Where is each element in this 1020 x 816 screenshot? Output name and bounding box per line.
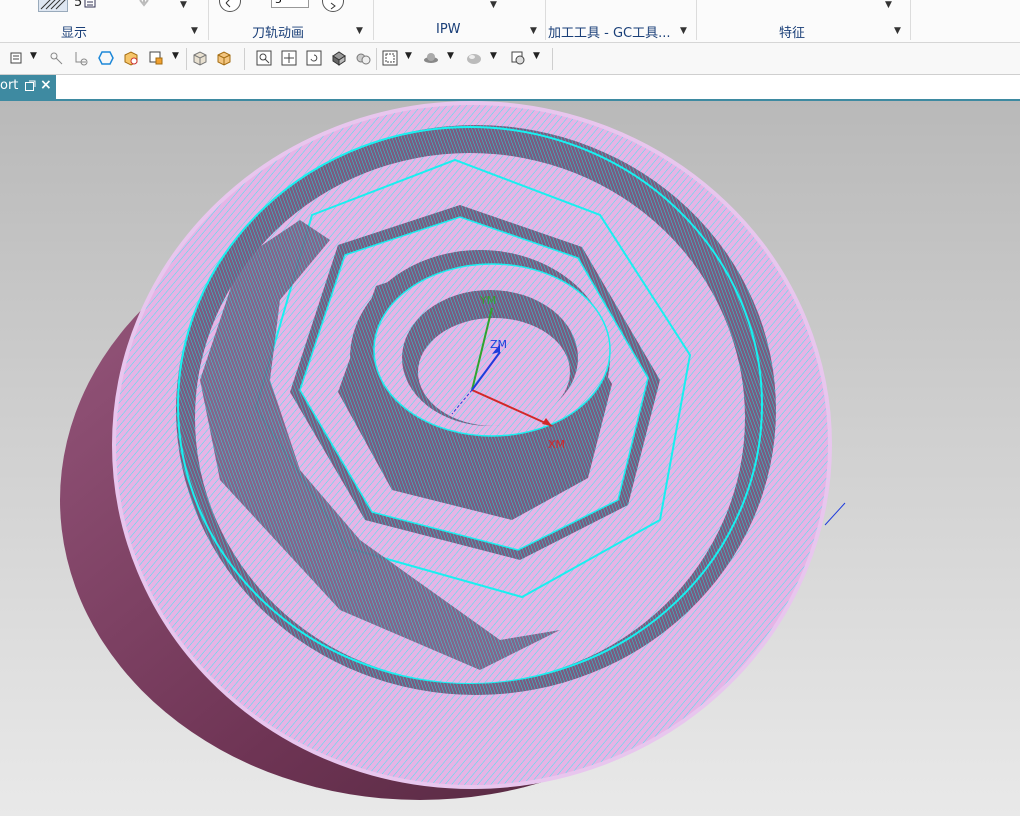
group-animation-dropdown-icon[interactable]: ▼ <box>356 26 363 36</box>
wire-box-icon[interactable] <box>216 50 232 66</box>
step-down-icon[interactable] <box>137 0 151 8</box>
tab-viewport[interactable]: ort × <box>0 75 56 99</box>
group-ipw-dropdown-icon[interactable]: ▼ <box>530 26 537 36</box>
filter-icon[interactable] <box>9 50 25 66</box>
filter-dropdown-icon[interactable]: ▼ <box>30 51 37 61</box>
svg-text:5: 5 <box>74 0 82 10</box>
separator <box>910 0 911 40</box>
list-display-icon[interactable]: 5 <box>74 0 98 10</box>
animation-speed-input[interactable]: 5 <box>271 0 309 8</box>
solid-sphere-icon[interactable] <box>466 50 482 66</box>
layer-dropdown-icon[interactable]: ▼ <box>533 51 540 61</box>
separator <box>545 0 546 40</box>
animation-speed-value: 5 <box>275 0 282 6</box>
center-hole-floor <box>418 318 570 426</box>
group-ipw-label: IPW <box>436 22 461 37</box>
z-axis-label: ZM <box>490 338 507 351</box>
box-select-dropdown-icon[interactable]: ▼ <box>172 51 179 61</box>
separator <box>696 0 697 40</box>
display-options-dropdown-icon[interactable]: ▼ <box>180 0 187 10</box>
separator <box>244 48 245 70</box>
feature-options-dropdown-icon[interactable]: ▼ <box>885 0 892 10</box>
separator <box>208 0 209 40</box>
solid-sphere-dropdown-icon[interactable]: ▼ <box>490 51 497 61</box>
group-tools-label: 加工工具 - GC工具... <box>548 26 671 41</box>
cube-snap-icon[interactable] <box>123 50 139 66</box>
fit-view-icon[interactable] <box>382 50 398 66</box>
ipw-options-dropdown-icon[interactable]: ▼ <box>490 0 497 10</box>
snap-end-icon[interactable] <box>73 50 89 66</box>
pan-icon[interactable] <box>281 50 297 66</box>
rewind-icon[interactable] <box>219 0 241 12</box>
box-select-icon[interactable] <box>148 50 164 66</box>
play-forward-icon[interactable] <box>322 0 344 12</box>
tab-close-icon[interactable]: × <box>40 77 52 93</box>
layer-icon[interactable] <box>510 50 526 66</box>
render-style-dropdown-icon[interactable]: ▼ <box>447 51 454 61</box>
separator <box>552 48 553 70</box>
part-model: XM YM ZM <box>60 101 846 800</box>
rotate-icon[interactable] <box>306 50 322 66</box>
float-window-icon[interactable] <box>25 80 36 91</box>
edges-icon[interactable] <box>355 50 371 66</box>
tool-axis-line <box>824 502 846 526</box>
group-feature-label: 特征 <box>779 26 806 41</box>
group-feature-dropdown-icon[interactable]: ▼ <box>894 26 901 36</box>
hatch-display-icon[interactable] <box>38 0 68 12</box>
group-tools-dropdown-icon[interactable]: ▼ <box>680 26 687 36</box>
graphics-viewport[interactable]: XM YM ZM <box>0 101 1020 816</box>
hexagon-icon[interactable] <box>98 50 114 66</box>
snap-point-icon[interactable] <box>48 50 64 66</box>
tab-label: ort <box>0 78 19 93</box>
separator <box>186 48 187 70</box>
separator <box>376 48 377 70</box>
shade-icon[interactable] <box>331 50 347 66</box>
shaded-box-icon[interactable] <box>192 50 208 66</box>
fit-view-dropdown-icon[interactable]: ▼ <box>405 51 412 61</box>
group-display-label: 显示 <box>61 26 88 41</box>
render-style-icon[interactable] <box>423 50 439 66</box>
view-toolbar: ▼ ▼ ▼ ▼ ▼ ▼ <box>0 43 1020 75</box>
group-animation-label: 刀轨动画 <box>252 26 305 41</box>
separator <box>373 0 374 40</box>
ribbon: 5 ▼ 显示 ▼ 5 刀轨动画 ▼ ▼ IPW ▼ 加工工具 - GC工具...… <box>0 0 1020 43</box>
tab-bar: ort × <box>0 75 1020 101</box>
y-axis-label: YM <box>479 294 496 307</box>
x-axis-label: XM <box>548 438 565 451</box>
group-display-dropdown-icon[interactable]: ▼ <box>191 26 198 36</box>
zoom-fit-icon[interactable] <box>256 50 272 66</box>
